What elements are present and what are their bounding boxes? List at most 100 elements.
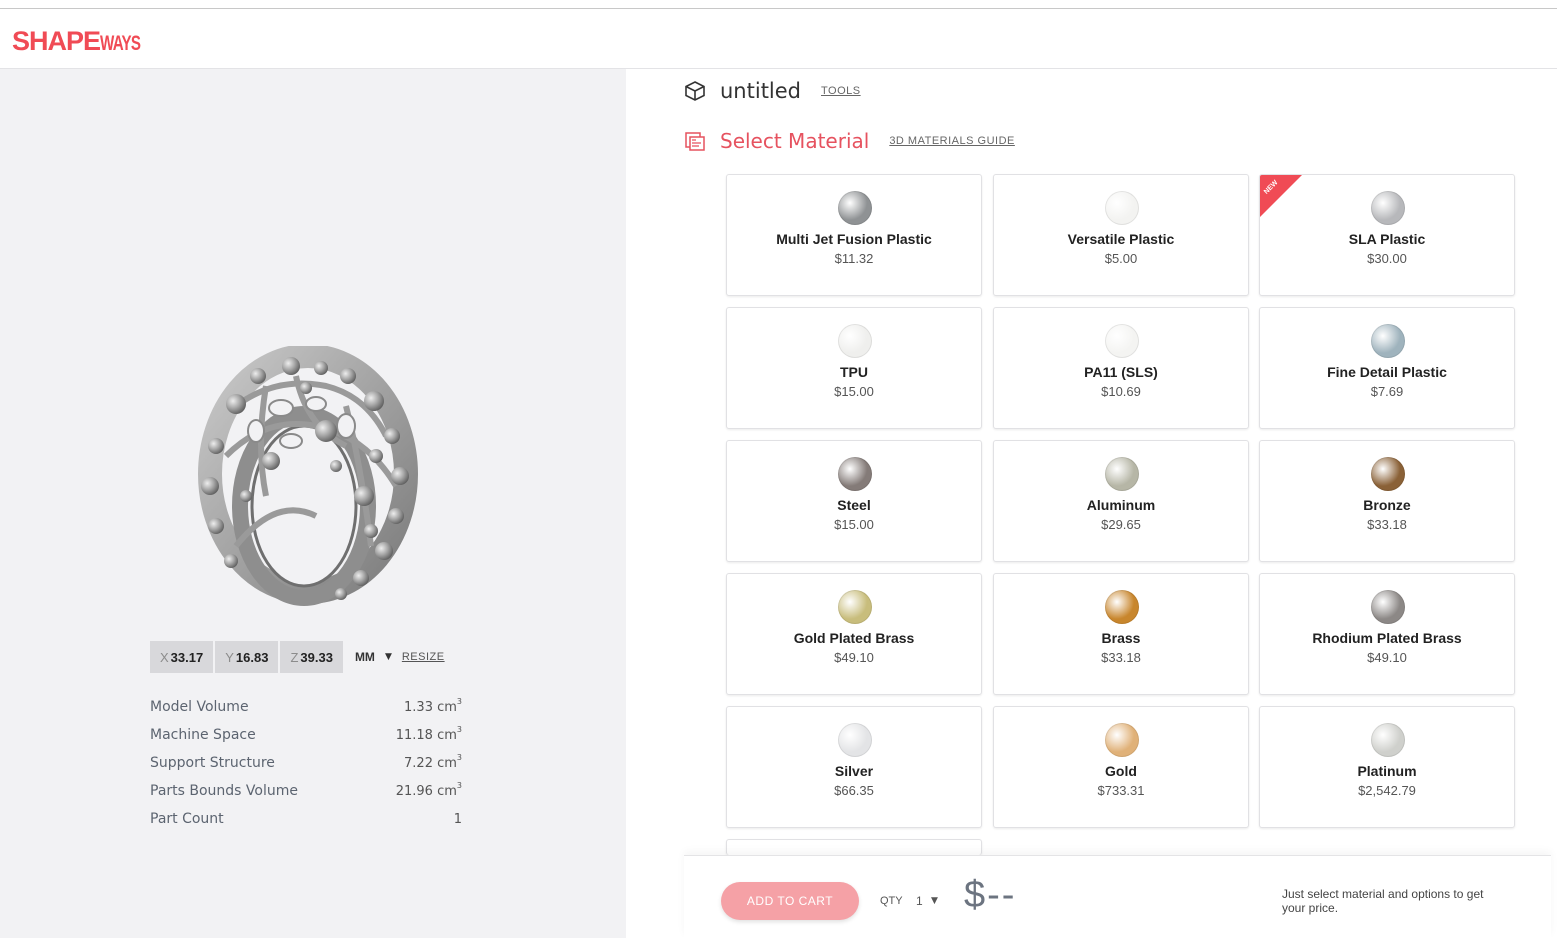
material-header: Select Material 3D MATERIALS GUIDE — [684, 129, 1015, 153]
unit-select[interactable]: MM — [355, 650, 375, 664]
material-card[interactable]: Steel $15.00 — [726, 440, 982, 562]
material-swatch — [838, 723, 872, 757]
material-swatch — [838, 324, 872, 358]
material-card[interactable]: Fine Detail Plastic $7.69 — [1259, 307, 1515, 429]
new-ribbon — [1260, 175, 1303, 218]
material-name: Brass — [1101, 630, 1141, 646]
stat-label: Part Count — [150, 811, 224, 827]
material-card[interactable]: Aluminum $29.65 — [993, 440, 1249, 562]
material-swatch — [1371, 723, 1405, 757]
resize-link[interactable]: RESIZE — [402, 651, 445, 663]
material-price: $11.32 — [834, 251, 874, 266]
material-swatch-icon — [685, 132, 705, 151]
dimension-z[interactable]: Z 39.33 — [280, 641, 343, 673]
stat-row: Support Structure 7.22 cm3 — [150, 749, 462, 777]
material-swatch — [838, 191, 872, 225]
stat-row: Part Count 1 — [150, 805, 462, 833]
material-name: Gold — [1105, 763, 1137, 779]
material-price: $5.00 — [1104, 251, 1138, 266]
material-price: $15.00 — [834, 384, 874, 399]
select-material-title: Select Material — [720, 129, 870, 153]
price-hint: Just select material and options to get … — [1282, 887, 1484, 915]
material-price: $49.10 — [834, 650, 874, 665]
material-name: SLA Plastic — [1348, 231, 1426, 247]
stat-value: 1 — [453, 811, 462, 827]
material-card[interactable]: Multi Jet Fusion Plastic $11.32 — [726, 174, 982, 296]
x-value: 33.17 — [170, 649, 204, 665]
material-swatch — [838, 590, 872, 624]
material-panel: untitled TOOLS Select Material 3D MATERI… — [626, 69, 1557, 938]
shapeways-logo[interactable]: SHAPEWAYS — [12, 26, 156, 57]
material-card[interactable]: Rhodium Plated Brass $49.10 — [1259, 573, 1515, 695]
material-swatch — [1105, 457, 1139, 491]
material-swatch — [1105, 723, 1139, 757]
x-axis-label: X — [160, 649, 169, 665]
material-card[interactable]: TPU $15.00 — [726, 307, 982, 429]
material-swatch — [1371, 191, 1405, 225]
y-value: 16.83 — [235, 649, 269, 665]
material-card-partial[interactable] — [726, 839, 982, 855]
stat-label: Machine Space — [150, 727, 256, 743]
qty-select[interactable]: 1 — [916, 894, 923, 908]
material-card[interactable]: Gold $733.31 — [993, 706, 1249, 828]
material-price: $29.65 — [1101, 517, 1141, 532]
material-name: Silver — [834, 763, 874, 779]
stat-value: 21.96 cm3 — [395, 780, 462, 799]
material-card[interactable]: Brass $33.18 — [993, 573, 1249, 695]
material-card[interactable]: PA11 (SLS) $10.69 — [993, 307, 1249, 429]
stat-value: 1.33 cm3 — [404, 696, 462, 715]
material-price: $15.00 — [834, 517, 874, 532]
material-price: $7.69 — [1370, 384, 1404, 399]
z-axis-label: Z — [290, 649, 299, 665]
tools-link[interactable]: TOOLS — [821, 85, 861, 97]
stat-value: 11.18 cm3 — [395, 724, 462, 743]
chevron-down-icon[interactable]: ▼ — [931, 896, 938, 906]
material-swatch — [1371, 590, 1405, 624]
material-name: Platinum — [1357, 763, 1417, 779]
material-card[interactable]: Bronze $33.18 — [1259, 440, 1515, 562]
material-price: $2,542.79 — [1358, 783, 1416, 798]
dimension-x[interactable]: X 33.17 — [150, 641, 214, 673]
material-name: Aluminum — [1086, 497, 1156, 513]
material-name: Gold Plated Brass — [793, 630, 915, 646]
material-name: Versatile Plastic — [1067, 231, 1175, 247]
stat-label: Support Structure — [150, 755, 275, 771]
model-stats: Model Volume 1.33 cm3 Machine Space 11.1… — [150, 693, 462, 833]
material-name: TPU — [840, 364, 868, 380]
material-price: $10.69 — [1101, 384, 1141, 399]
material-price: $33.18 — [1101, 650, 1141, 665]
material-swatch — [838, 457, 872, 491]
material-name: Steel — [837, 497, 871, 513]
material-name: Bronze — [1363, 497, 1411, 513]
model-title-row: untitled TOOLS — [684, 79, 861, 103]
material-swatch — [1105, 590, 1139, 624]
stat-row: Parts Bounds Volume 21.96 cm3 — [150, 777, 462, 805]
material-name: Rhodium Plated Brass — [1312, 630, 1462, 646]
material-card[interactable]: Platinum $2,542.79 — [1259, 706, 1515, 828]
model-title[interactable]: untitled — [720, 79, 801, 103]
stat-row: Model Volume 1.33 cm3 — [150, 693, 462, 721]
material-card[interactable]: Versatile Plastic $5.00 — [993, 174, 1249, 296]
cube-icon — [685, 81, 705, 101]
stat-label: Model Volume — [150, 699, 249, 715]
material-price: $33.18 — [1367, 517, 1407, 532]
chevron-down-icon[interactable]: ▼ — [385, 652, 392, 662]
stat-label: Parts Bounds Volume — [150, 783, 298, 799]
dimension-y[interactable]: Y 16.83 — [215, 641, 279, 673]
logo-sub-text: WAYS — [100, 32, 141, 55]
add-to-cart-button[interactable]: ADD TO CART — [721, 882, 859, 920]
price-display: $-- — [964, 874, 1017, 916]
material-card[interactable]: NEW SLA Plastic $30.00 — [1259, 174, 1515, 296]
site-header: SHAPEWAYS — [0, 9, 1557, 69]
z-value: 39.33 — [300, 649, 333, 665]
ring-model-preview[interactable] — [196, 346, 418, 608]
qty-label: QTY — [880, 895, 903, 907]
material-card[interactable]: Silver $66.35 — [726, 706, 982, 828]
materials-guide-link[interactable]: 3D MATERIALS GUIDE — [889, 135, 1015, 147]
material-swatch — [1105, 191, 1139, 225]
material-name: PA11 (SLS) — [1084, 364, 1158, 380]
material-card[interactable]: Gold Plated Brass $49.10 — [726, 573, 982, 695]
material-name: Fine Detail Plastic — [1327, 364, 1447, 380]
material-price: $66.35 — [834, 783, 874, 798]
stat-value: 7.22 cm3 — [404, 752, 462, 771]
